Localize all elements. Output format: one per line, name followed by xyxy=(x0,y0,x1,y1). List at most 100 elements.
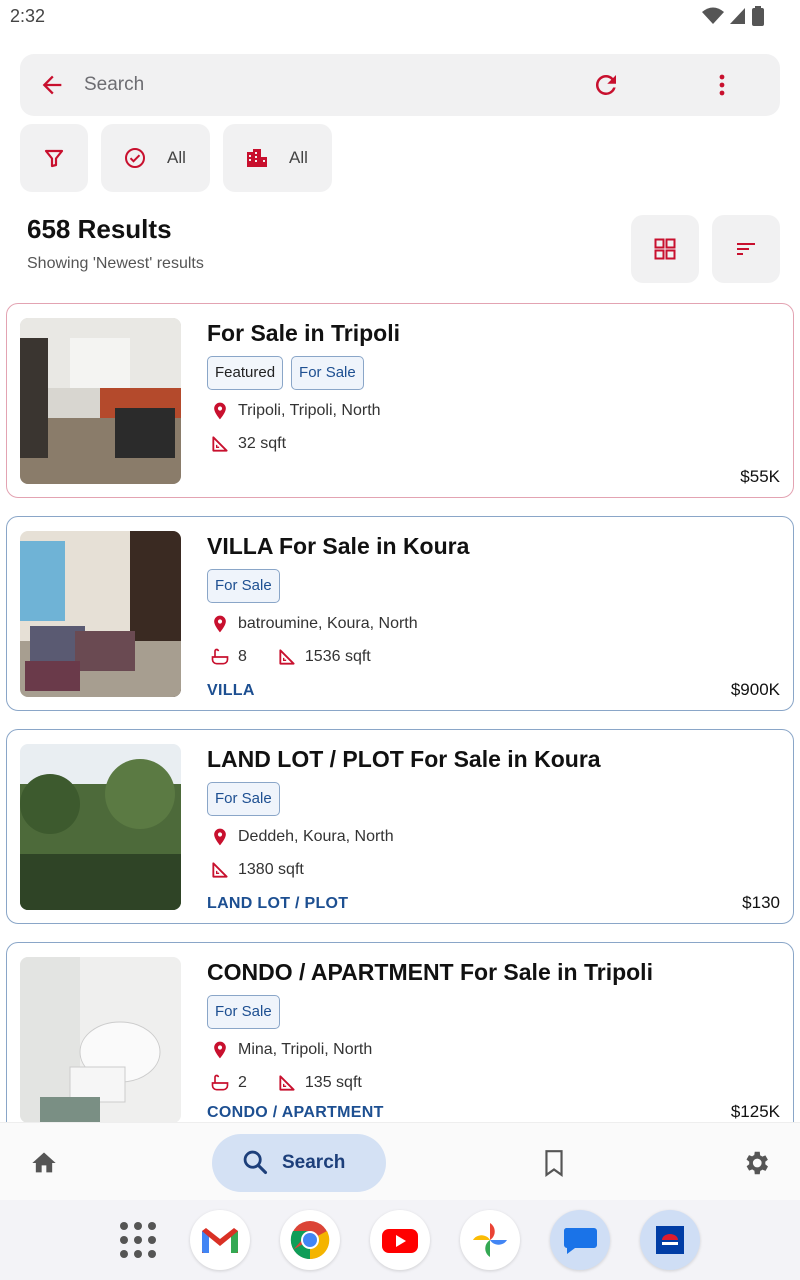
battery-icon xyxy=(752,6,764,26)
listing-bathrooms: 8 xyxy=(238,648,247,665)
listing-tags: For Sale xyxy=(207,569,280,603)
remax-app[interactable] xyxy=(640,1210,700,1270)
status-bar: 2:32 xyxy=(0,0,800,32)
search-input[interactable] xyxy=(84,70,564,100)
buildings-icon xyxy=(247,149,267,167)
listing-tags: For Sale xyxy=(207,995,280,1029)
app-dock xyxy=(0,1200,800,1280)
listing-location-row: Mina, Tripoli, North xyxy=(210,1040,372,1060)
listing-location-row: batroumine, Koura, North xyxy=(210,614,418,634)
sort-button[interactable] xyxy=(712,215,780,283)
listing-photo xyxy=(20,318,181,484)
grid-view-icon xyxy=(654,238,676,260)
listing-photo xyxy=(20,531,181,697)
listing-location: Mina, Tripoli, North xyxy=(238,1041,373,1058)
location-pin-icon xyxy=(214,1041,226,1059)
featured-tag: Featured xyxy=(207,356,284,390)
gmail-icon xyxy=(202,1228,238,1254)
listing-area: 135 sqft xyxy=(304,1074,362,1091)
area-ruler-icon xyxy=(212,862,228,878)
listing-photo xyxy=(20,744,181,910)
listing-title: LAND LOT / PLOT For Sale in Koura xyxy=(207,746,601,772)
bottom-navigation: Search xyxy=(0,1122,800,1200)
location-pin-icon xyxy=(214,828,226,846)
listing-title: VILLA For Sale in Koura xyxy=(207,533,470,559)
listing-card[interactable]: VILLA For Sale in Koura For Sale batroum… xyxy=(6,516,794,711)
results-count: 658 Results xyxy=(27,214,172,244)
listing-tags: For Sale xyxy=(207,782,280,816)
listing-card[interactable]: LAND LOT / PLOT For Sale in Koura For Sa… xyxy=(6,729,794,924)
listing-bathrooms: 2 xyxy=(238,1074,247,1091)
for-sale-tag: For Sale xyxy=(207,995,280,1029)
listing-specs-row: 2 135 sqft xyxy=(210,1073,362,1093)
status-filter-chip[interactable]: All xyxy=(101,124,210,192)
listing-tags: Featured For Sale xyxy=(207,356,364,390)
filter-button[interactable] xyxy=(20,124,88,192)
wifi-icon xyxy=(702,7,724,24)
bookmark-icon[interactable] xyxy=(541,1149,567,1177)
refresh-icon[interactable] xyxy=(591,70,621,100)
remax-app-icon xyxy=(656,1226,684,1254)
nav-search-label: Search xyxy=(282,1152,346,1173)
app-drawer-button[interactable] xyxy=(108,1210,168,1270)
bathtub-icon xyxy=(211,648,229,665)
listing-location-row: Deddeh, Koura, North xyxy=(210,827,394,847)
youtube-icon xyxy=(382,1229,418,1253)
search-icon xyxy=(243,1150,268,1175)
listing-photo xyxy=(20,957,181,1123)
status-filter-label: All xyxy=(167,148,186,167)
chrome-app[interactable] xyxy=(280,1210,340,1270)
listing-location: Deddeh, Koura, North xyxy=(238,828,394,845)
results-subtitle: Showing 'Newest' results xyxy=(27,255,204,272)
listing-price: $125K xyxy=(730,1102,780,1121)
back-arrow-icon[interactable] xyxy=(38,71,66,99)
listing-specs-row: 8 1536 sqft xyxy=(210,647,371,667)
listing-area: 32 sqft xyxy=(238,435,287,452)
filter-icon xyxy=(44,149,64,168)
area-ruler-icon xyxy=(279,649,295,665)
area-ruler-icon xyxy=(279,1075,295,1091)
youtube-app[interactable] xyxy=(370,1210,430,1270)
more-vert-icon[interactable] xyxy=(710,70,734,100)
area-ruler-icon xyxy=(212,436,228,452)
messages-app[interactable] xyxy=(550,1210,610,1270)
listing-price: $900K xyxy=(730,680,780,699)
type-filter-label: All xyxy=(289,148,308,167)
listing-property-type: LAND LOT / PLOT xyxy=(207,895,349,912)
photos-icon xyxy=(473,1223,507,1257)
home-icon[interactable] xyxy=(30,1149,58,1177)
app-grid-icon xyxy=(120,1222,156,1258)
listing-property-type: VILLA xyxy=(207,682,255,699)
listing-title: For Sale in Tripoli xyxy=(207,320,400,346)
bathtub-icon xyxy=(211,1074,229,1091)
listing-card[interactable]: CONDO / APARTMENT For Sale in Tripoli Fo… xyxy=(6,942,794,1137)
listing-location: Tripoli, Tripoli, North xyxy=(238,402,381,419)
for-sale-tag: For Sale xyxy=(207,569,280,603)
for-sale-tag: For Sale xyxy=(207,782,280,816)
listing-title: CONDO / APARTMENT For Sale in Tripoli xyxy=(207,959,653,985)
gmail-app[interactable] xyxy=(190,1210,250,1270)
chrome-icon xyxy=(290,1221,330,1260)
listing-specs-row: 1380 sqft xyxy=(210,860,304,880)
photos-app[interactable] xyxy=(460,1210,520,1270)
nav-search-tab[interactable]: Search xyxy=(212,1134,386,1192)
messages-icon xyxy=(563,1228,597,1254)
grid-view-button[interactable] xyxy=(631,215,699,283)
listing-area: 1380 sqft xyxy=(238,861,304,878)
listing-property-type: CONDO / APARTMENT xyxy=(207,1104,384,1121)
listing-specs-row: 32 sqft xyxy=(210,434,286,454)
listing-location-row: Tripoli, Tripoli, North xyxy=(210,401,381,421)
listing-card[interactable]: For Sale in Tripoli Featured For Sale Tr… xyxy=(6,303,794,498)
listing-price: $55K xyxy=(740,467,780,486)
listing-area: 1536 sqft xyxy=(304,648,371,665)
search-bar xyxy=(20,54,780,116)
listing-price: $130 xyxy=(742,893,780,912)
for-sale-tag: For Sale xyxy=(291,356,364,390)
location-pin-icon xyxy=(214,615,226,633)
location-pin-icon xyxy=(214,402,226,420)
gear-icon[interactable] xyxy=(741,1148,771,1178)
type-filter-chip[interactable]: All xyxy=(223,124,332,192)
status-icons xyxy=(702,6,764,26)
signal-icon xyxy=(730,8,745,24)
sort-icon xyxy=(737,243,755,255)
